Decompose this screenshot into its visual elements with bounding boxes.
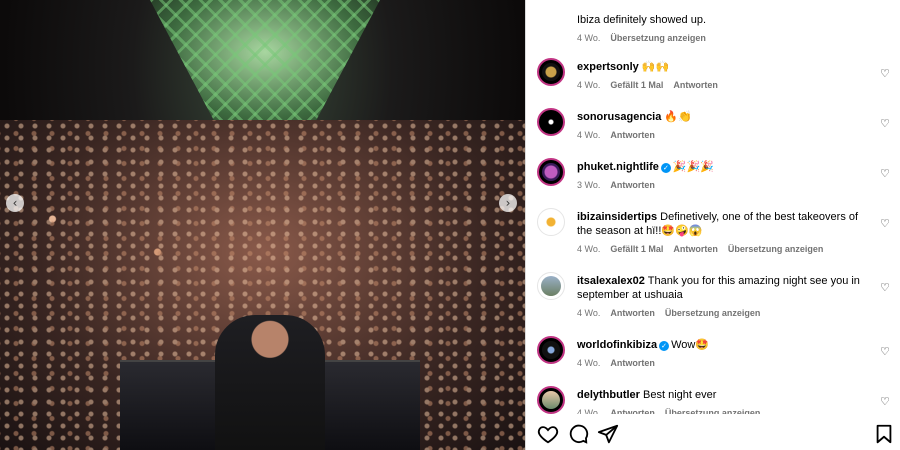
comment-age: 4 Wo. xyxy=(577,244,601,254)
comment-meta: 4 Wo. Antworten Übersetzung anzeigen xyxy=(577,308,867,318)
comment-username[interactable]: itsalexalex02 xyxy=(577,275,645,287)
comment-username[interactable]: worldofinkibiza xyxy=(577,339,657,351)
comment-meta: 4 Wo. Gefällt 1 Mal Antworten Übersetzung a… xyxy=(577,244,867,254)
stage-light-rig xyxy=(150,0,380,130)
like-comment-heart-icon[interactable]: ♡ xyxy=(880,218,892,230)
share-icon[interactable] xyxy=(597,423,619,445)
avatar-image xyxy=(541,212,561,232)
comment-likes[interactable]: Gefällt 1 Mal xyxy=(610,244,663,254)
comment-body: sonorusagencia 🔥👏 4 Wo. Antworten xyxy=(577,110,867,140)
reply-button[interactable]: Antworten xyxy=(673,80,718,90)
comment-content: 🔥👏 xyxy=(664,111,692,123)
comment-age: 4 Wo. xyxy=(577,130,601,140)
caption-comment: Ibiza definitely showed up. 4 Wo. Überse… xyxy=(577,13,877,43)
caption-comment-text: Ibiza definitely showed up. xyxy=(577,14,707,26)
comment-username[interactable]: delythbutler xyxy=(577,389,640,401)
comment-text: ibizainsidertips Definetively, one of th… xyxy=(577,210,867,238)
like-comment-heart-icon[interactable]: ♡ xyxy=(880,396,892,408)
comment-username[interactable]: sonorusagencia xyxy=(577,111,661,123)
like-comment-heart-icon[interactable]: ♡ xyxy=(880,118,892,130)
comment-meta: 4 Wo. Antworten xyxy=(577,130,867,140)
comment-text: itsalexalex02 Thank you for this amazing… xyxy=(577,274,867,302)
avatar[interactable] xyxy=(537,208,565,236)
comment-username[interactable]: ibizainsidertips xyxy=(577,211,657,223)
avatar-image xyxy=(542,113,560,131)
comment-content: Best night ever xyxy=(643,389,717,401)
avatar-image xyxy=(542,163,560,181)
avatar[interactable] xyxy=(537,108,565,136)
reply-button[interactable]: Antworten xyxy=(673,244,718,254)
verified-badge-icon: ✓ xyxy=(660,163,671,173)
comment-content: 🎉🎉🎉 xyxy=(672,161,714,173)
comment-body: expertsonly 🙌🙌 4 Wo. Gefällt 1 Mal Antworte… xyxy=(577,60,867,90)
like-comment-heart-icon[interactable]: ♡ xyxy=(880,68,892,80)
comment-text: phuket.nightlife ✓ 🎉🎉🎉 xyxy=(577,160,867,174)
comment-meta: 3 Wo. Antworten xyxy=(577,180,867,190)
comment-age: 4 Wo. xyxy=(577,80,601,90)
avatar[interactable] xyxy=(537,272,565,300)
comment-body: worldofinkibiza ✓ Wow🤩 4 Wo. Antworten xyxy=(577,338,867,368)
verified-badge-icon: ✓ xyxy=(659,341,670,351)
comment-content: Wow🤩 xyxy=(671,339,710,351)
avatar-image xyxy=(542,391,560,409)
caption-comment-meta: 4 Wo. Übersetzung anzeigen xyxy=(577,33,877,43)
comments-panel: Ibiza definitely showed up. 4 Wo. Überse… xyxy=(525,0,900,450)
reply-button[interactable]: Antworten xyxy=(610,308,655,318)
translate-link[interactable]: Übersetzung anzeigen xyxy=(665,308,761,318)
post-photo[interactable]: ‹ › xyxy=(0,0,525,450)
reply-button[interactable]: Antworten xyxy=(610,180,655,190)
dj-figure xyxy=(215,315,325,450)
comment-content: 🙌🙌 xyxy=(641,61,670,73)
bookmark-icon[interactable] xyxy=(873,423,895,445)
comment-text: sonorusagencia 🔥👏 xyxy=(577,110,867,124)
avatar[interactable] xyxy=(537,386,565,414)
avatar-image xyxy=(542,341,560,359)
comment-body: itsalexalex02 Thank you for this amazing… xyxy=(577,274,867,318)
comment-text: expertsonly 🙌🙌 xyxy=(577,60,867,74)
comment-meta: 4 Wo. Gefällt 1 Mal Antworten xyxy=(577,80,867,90)
like-comment-heart-icon[interactable]: ♡ xyxy=(880,282,892,294)
avatar[interactable] xyxy=(537,336,565,364)
comment-username[interactable]: expertsonly xyxy=(577,61,639,73)
reply-button[interactable]: Antworten xyxy=(610,358,655,368)
chevron-left-icon[interactable]: ‹ xyxy=(6,194,24,212)
avatar[interactable] xyxy=(537,158,565,186)
comment-username[interactable]: phuket.nightlife xyxy=(577,161,659,173)
translate-link[interactable]: Übersetzung anzeigen xyxy=(728,244,824,254)
comment-body: ibizainsidertips Definetively, one of th… xyxy=(577,210,867,254)
like-comment-heart-icon[interactable]: ♡ xyxy=(880,346,892,358)
comment-text: worldofinkibiza ✓ Wow🤩 xyxy=(577,338,867,352)
comment-likes[interactable]: Gefällt 1 Mal xyxy=(610,80,663,90)
comment-age: 3 Wo. xyxy=(577,180,601,190)
heart-icon[interactable] xyxy=(537,423,559,445)
comment-body: delythbutler Best night ever 4 Wo. Antwort… xyxy=(577,388,867,414)
comment-age: 4 Wo. xyxy=(577,358,601,368)
reply-button[interactable]: Antworten xyxy=(610,130,655,140)
comment-age: 4 Wo. xyxy=(577,308,601,318)
comment-text: delythbutler Best night ever xyxy=(577,388,867,402)
chevron-right-icon[interactable]: › xyxy=(499,194,517,212)
comment-icon[interactable] xyxy=(567,423,589,445)
comment-age: 4 Wo. xyxy=(577,33,601,43)
avatar-image xyxy=(542,63,560,81)
comment-body: phuket.nightlife ✓ 🎉🎉🎉 3 Wo. Antworten xyxy=(577,160,867,190)
avatar-image xyxy=(541,276,561,296)
avatar[interactable] xyxy=(537,58,565,86)
action-bar xyxy=(526,414,900,450)
translate-link[interactable]: Übersetzung anzeigen xyxy=(610,33,706,43)
comment-meta: 4 Wo. Antworten xyxy=(577,358,867,368)
comments-list[interactable]: Ibiza definitely showed up. 4 Wo. Überse… xyxy=(526,0,900,414)
like-comment-heart-icon[interactable]: ♡ xyxy=(880,168,892,180)
